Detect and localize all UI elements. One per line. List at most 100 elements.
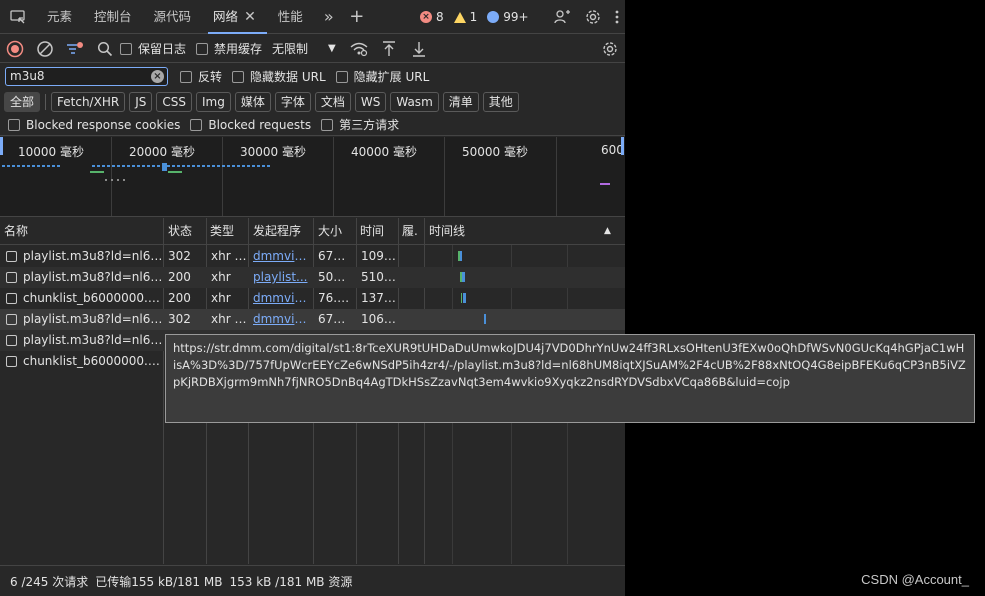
cell-name[interactable]: playlist.m3u8?ld=nl68h... xyxy=(19,330,163,351)
cell-time: 109 ... xyxy=(361,249,398,263)
checkbox-box[interactable] xyxy=(321,118,334,131)
error-counter[interactable]: × 8 xyxy=(420,10,444,24)
checkbox-box[interactable] xyxy=(180,70,192,83)
export-har-icon[interactable] xyxy=(404,35,434,63)
clear-icon[interactable] xyxy=(30,35,60,63)
cell-name[interactable]: playlist.m3u8?ld=nl68h... xyxy=(19,309,163,330)
cell-name[interactable]: chunklist_b6000000.m3... xyxy=(19,351,163,372)
third-party-checkbox[interactable]: 第三方请求 xyxy=(321,116,399,133)
checkbox-box[interactable] xyxy=(196,42,209,55)
blocked-requests-checkbox[interactable]: Blocked requests xyxy=(190,118,311,132)
chip-manifest[interactable]: 清单 xyxy=(442,92,479,112)
hide-data-url-checkbox[interactable]: 隐藏数据 URL xyxy=(232,68,326,85)
checkbox-box[interactable] xyxy=(8,118,20,131)
chip-js[interactable]: JS xyxy=(129,92,153,112)
column-header-waterfall[interactable]: 时间线 xyxy=(425,218,585,245)
hide-data-url-label: 隐藏数据 URL xyxy=(250,70,326,84)
info-counter[interactable]: 99+ xyxy=(487,10,529,24)
checkbox-box[interactable] xyxy=(335,70,348,83)
table-row[interactable]: playlist.m3u8?ld=nl68h... 302 xhr /... d… xyxy=(0,309,625,330)
tab-performance[interactable]: 性能 xyxy=(267,0,314,34)
cell-type: xhr /... xyxy=(211,312,248,326)
network-settings-gear-icon[interactable] xyxy=(595,35,625,63)
close-icon[interactable]: ✕ xyxy=(244,9,256,25)
overview-activity xyxy=(2,165,62,167)
search-icon[interactable] xyxy=(90,35,120,63)
column-header-priority[interactable]: 履. xyxy=(398,218,424,245)
tab-network[interactable]: 网络 ✕ xyxy=(202,0,267,34)
cell-type: xhr xyxy=(211,291,231,305)
overview-gridline xyxy=(444,137,445,216)
filter-input[interactable]: m3u8 × xyxy=(5,67,168,86)
filter-icon[interactable] xyxy=(60,35,90,63)
customize-icon[interactable] xyxy=(554,9,571,25)
cell-name[interactable]: playlist.m3u8?ld=nl68h... xyxy=(19,246,163,267)
table-row[interactable]: playlist.m3u8?ld=nl68h... 302 xhr /... d… xyxy=(0,246,625,267)
cell-size: 76.5... xyxy=(318,291,356,305)
issue-counters[interactable]: × 8 1 99+ xyxy=(420,0,529,34)
disable-cache-checkbox[interactable]: 禁用缓存 xyxy=(196,40,262,57)
overview-window-handle[interactable] xyxy=(621,137,624,155)
overview-activity xyxy=(105,179,125,181)
sort-ascending-icon[interactable]: ▲ xyxy=(600,218,620,245)
cell-status: 302 xyxy=(168,249,191,263)
chip-all[interactable]: 全部 xyxy=(4,92,41,112)
column-header-type[interactable]: 类型 xyxy=(206,218,248,245)
cell-initiator-link[interactable]: playlist... xyxy=(249,267,313,288)
error-count: 8 xyxy=(436,10,444,24)
cell-initiator-link[interactable]: dmmvid... xyxy=(249,309,313,330)
warning-counter[interactable]: 1 xyxy=(453,10,478,24)
chip-ws[interactable]: WS xyxy=(354,92,387,112)
column-header-name[interactable]: 名称 xyxy=(0,218,163,245)
tab-console[interactable]: 控制台 xyxy=(83,0,143,34)
device-toolbar-icon[interactable] xyxy=(0,0,36,34)
preserve-log-checkbox[interactable]: 保留日志 xyxy=(120,40,186,57)
tab-elements[interactable]: 元素 xyxy=(36,0,83,34)
kebab-menu-icon[interactable] xyxy=(615,10,619,24)
throttle-select[interactable]: 无限制 ▼ xyxy=(272,40,336,57)
checkbox-box[interactable] xyxy=(190,118,203,131)
hide-extension-url-checkbox[interactable]: 隐藏扩展 URL xyxy=(335,68,429,85)
overview-window-handle[interactable] xyxy=(0,137,3,155)
preserve-log-label: 保留日志 xyxy=(138,42,187,56)
checkbox-box[interactable] xyxy=(120,42,132,55)
cell-name[interactable]: playlist.m3u8?ld=nl68h... xyxy=(19,267,163,288)
chip-wasm[interactable]: Wasm xyxy=(390,92,439,112)
waterfall-bar xyxy=(461,293,462,303)
table-row[interactable]: playlist.m3u8?ld=nl68h... 200 xhr playli… xyxy=(0,267,625,288)
chip-doc[interactable]: 文档 xyxy=(314,92,351,112)
cell-status: 200 xyxy=(168,291,191,305)
cell-size: 502 B xyxy=(318,270,353,284)
column-header-initiator[interactable]: 发起程序 xyxy=(249,218,313,245)
devtools-panel: 元素 控制台 源代码 网络 ✕ 性能 » + × 8 1 99+ 保留日志 禁用… xyxy=(0,0,625,596)
table-row[interactable]: chunklist_b6000000.m3... 200 xhr dmmvid.… xyxy=(0,288,625,309)
waterfall-bar xyxy=(484,314,486,324)
network-conditions-icon[interactable] xyxy=(344,35,374,63)
import-har-icon[interactable] xyxy=(374,35,404,63)
blocked-cookies-checkbox[interactable]: Blocked response cookies xyxy=(8,118,180,132)
tab-sources[interactable]: 源代码 xyxy=(143,0,203,34)
column-header-status[interactable]: 状态 xyxy=(164,218,206,245)
record-icon[interactable] xyxy=(0,35,30,63)
cell-initiator-link[interactable]: dmmvid... xyxy=(249,246,313,267)
settings-gear-icon[interactable] xyxy=(585,9,601,25)
network-overview[interactable]: 10000 毫秒 20000 毫秒 30000 毫秒 40000 毫秒 5000… xyxy=(0,137,625,217)
cell-initiator-link[interactable]: dmmvid... xyxy=(249,288,313,309)
cell-name[interactable]: chunklist_b6000000.m3... xyxy=(19,288,163,309)
chip-img[interactable]: Img xyxy=(195,92,231,112)
warning-count: 1 xyxy=(469,10,478,24)
chip-fetch-xhr[interactable]: Fetch/XHR xyxy=(51,92,126,112)
add-tab-icon[interactable]: + xyxy=(344,6,370,27)
chip-font[interactable]: 字体 xyxy=(274,92,311,112)
column-header-time[interactable]: 时间 xyxy=(356,218,398,245)
more-tabs-icon[interactable]: » xyxy=(314,7,344,26)
checkbox-box[interactable] xyxy=(232,70,245,83)
chip-other[interactable]: 其他 xyxy=(482,92,519,112)
invert-checkbox[interactable]: 反转 xyxy=(180,68,222,85)
column-header-size[interactable]: 大小 xyxy=(314,218,356,245)
chip-media[interactable]: 媒体 xyxy=(234,92,271,112)
clear-filter-icon[interactable]: × xyxy=(151,70,164,83)
cell-size: 673 B xyxy=(318,312,353,326)
chip-css[interactable]: CSS xyxy=(156,92,192,112)
blocked-requests-label: Blocked requests xyxy=(208,117,312,132)
